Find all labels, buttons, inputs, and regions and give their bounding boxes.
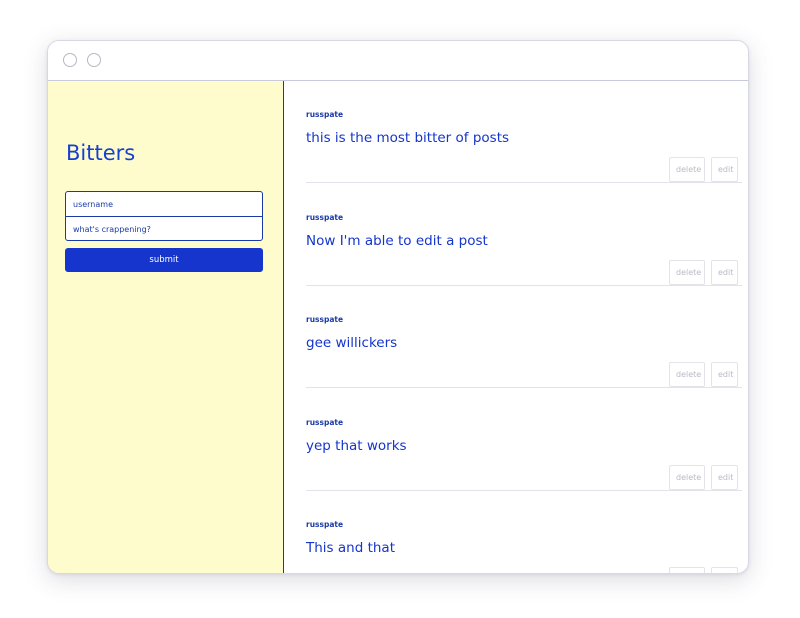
post-item: russpate Now I'm able to edit a post del…	[306, 184, 742, 286]
post-author: russpate	[306, 110, 344, 119]
post-actions: delete edit	[669, 567, 738, 573]
delete-button[interactable]: delete	[669, 362, 705, 387]
username-input[interactable]	[66, 192, 262, 217]
post-form	[65, 191, 263, 241]
window-minimize-dot-icon[interactable]	[87, 53, 101, 67]
post-item: russpate this is the most bitter of post…	[306, 81, 742, 183]
sidebar: Bitters submit	[48, 81, 284, 573]
post-actions: delete edit	[669, 362, 738, 387]
browser-window: Bitters submit russpate this is the most…	[47, 40, 749, 574]
post-content: Now I'm able to edit a post	[306, 233, 488, 249]
submit-button[interactable]: submit	[65, 248, 263, 272]
edit-button[interactable]: edit	[711, 157, 738, 182]
edit-button[interactable]: edit	[711, 465, 738, 490]
window-close-dot-icon[interactable]	[63, 53, 77, 67]
post-feed[interactable]: russpate this is the most bitter of post…	[285, 81, 748, 573]
post-actions: delete edit	[669, 157, 738, 182]
post-content: this is the most bitter of posts	[306, 130, 510, 146]
post-actions: delete edit	[669, 260, 738, 285]
post-item: russpate gee willickers delete edit	[306, 286, 742, 388]
post-content: gee willickers	[306, 335, 398, 351]
window-titlebar	[48, 41, 748, 81]
delete-button[interactable]: delete	[669, 260, 705, 285]
brand-title: Bitters	[66, 141, 136, 165]
delete-button[interactable]: delete	[669, 465, 705, 490]
post-author: russpate	[306, 520, 344, 529]
edit-button[interactable]: edit	[711, 260, 738, 285]
edit-button[interactable]: edit	[711, 567, 738, 573]
message-input[interactable]	[66, 217, 262, 240]
post-actions: delete edit	[669, 465, 738, 490]
post-item: russpate This and that delete edit	[306, 491, 742, 573]
edit-button[interactable]: edit	[711, 362, 738, 387]
post-author: russpate	[306, 213, 344, 222]
delete-button[interactable]: delete	[669, 157, 705, 182]
post-content: yep that works	[306, 438, 407, 454]
delete-button[interactable]: delete	[669, 567, 705, 573]
post-content: This and that	[306, 540, 395, 556]
post-author: russpate	[306, 315, 344, 324]
post-author: russpate	[306, 418, 344, 427]
post-item: russpate yep that works delete edit	[306, 389, 742, 491]
